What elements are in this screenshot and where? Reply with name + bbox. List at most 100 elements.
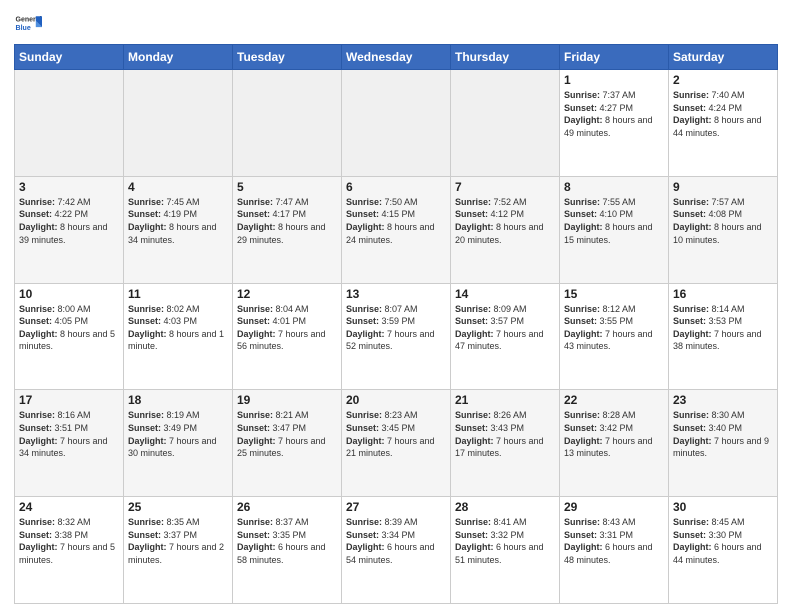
calendar-cell: 10Sunrise: 8:00 AMSunset: 4:05 PMDayligh… [15, 283, 124, 390]
calendar-table: SundayMondayTuesdayWednesdayThursdayFrid… [14, 44, 778, 604]
calendar-cell [124, 70, 233, 177]
day-number: 7 [455, 180, 555, 194]
weekday-header-saturday: Saturday [669, 45, 778, 70]
day-info: Sunrise: 8:39 AMSunset: 3:34 PMDaylight:… [346, 516, 446, 566]
day-info: Sunrise: 8:26 AMSunset: 3:43 PMDaylight:… [455, 409, 555, 459]
calendar-cell [451, 70, 560, 177]
day-number: 21 [455, 393, 555, 407]
day-info: Sunrise: 8:37 AMSunset: 3:35 PMDaylight:… [237, 516, 337, 566]
day-info: Sunrise: 7:57 AMSunset: 4:08 PMDaylight:… [673, 196, 773, 246]
day-number: 16 [673, 287, 773, 301]
calendar-cell: 4 Sunrise: 7:45 AMSunset: 4:19 PMDaylight… [124, 176, 233, 283]
day-info: Sunrise: 7:42 AMSunset: 4:22 PMDaylight:… [19, 196, 119, 246]
day-number: 29 [564, 500, 664, 514]
day-info: Sunrise: 8:35 AMSunset: 3:37 PMDaylight:… [128, 516, 228, 566]
day-number: 1 [564, 73, 664, 87]
calendar-cell [15, 70, 124, 177]
weekday-header-sunday: Sunday [15, 45, 124, 70]
day-number: 18 [128, 393, 228, 407]
day-info: Sunrise: 7:37 AMSunset: 4:27 PMDaylight:… [564, 89, 664, 139]
day-info: Sunrise: 8:12 AMSunset: 3:55 PMDaylight:… [564, 303, 664, 353]
day-info: Sunrise: 7:45 AMSunset: 4:19 PMDaylight:… [128, 196, 228, 246]
calendar-cell: 29 Sunrise: 8:43 AMSunset: 3:31 PMDayligh… [560, 497, 669, 604]
day-info: Sunrise: 8:28 AMSunset: 3:42 PMDaylight:… [564, 409, 664, 459]
day-number: 28 [455, 500, 555, 514]
calendar-cell: 25 Sunrise: 8:35 AMSunset: 3:37 PMDayligh… [124, 497, 233, 604]
calendar-cell: 8 Sunrise: 7:55 AMSunset: 4:10 PMDaylight… [560, 176, 669, 283]
calendar-cell: 20 Sunrise: 8:23 AMSunset: 3:45 PMDayligh… [342, 390, 451, 497]
calendar-cell: 2 Sunrise: 7:40 AMSunset: 4:24 PMDaylight… [669, 70, 778, 177]
day-number: 8 [564, 180, 664, 194]
day-number: 9 [673, 180, 773, 194]
day-info: Sunrise: 8:45 AMSunset: 3:30 PMDaylight:… [673, 516, 773, 566]
calendar-cell: 27 Sunrise: 8:39 AMSunset: 3:34 PMDayligh… [342, 497, 451, 604]
weekday-header-wednesday: Wednesday [342, 45, 451, 70]
calendar-cell: 15Sunrise: 8:12 AMSunset: 3:55 PMDayligh… [560, 283, 669, 390]
calendar-cell: 17 Sunrise: 8:16 AMSunset: 3:51 PMDayligh… [15, 390, 124, 497]
day-info: Sunrise: 7:55 AMSunset: 4:10 PMDaylight:… [564, 196, 664, 246]
day-info: Sunrise: 8:16 AMSunset: 3:51 PMDaylight:… [19, 409, 119, 459]
calendar-cell: 13 Sunrise: 8:07 AMSunset: 3:59 PMDayligh… [342, 283, 451, 390]
calendar-cell: 5Sunrise: 7:47 AMSunset: 4:17 PMDaylight… [233, 176, 342, 283]
day-info: Sunrise: 8:14 AMSunset: 3:53 PMDaylight:… [673, 303, 773, 353]
calendar-cell: 28Sunrise: 8:41 AMSunset: 3:32 PMDayligh… [451, 497, 560, 604]
day-info: Sunrise: 8:23 AMSunset: 3:45 PMDaylight:… [346, 409, 446, 459]
calendar-cell: 16 Sunrise: 8:14 AMSunset: 3:53 PMDayligh… [669, 283, 778, 390]
day-number: 14 [455, 287, 555, 301]
day-number: 26 [237, 500, 337, 514]
day-info: Sunrise: 8:07 AMSunset: 3:59 PMDaylight:… [346, 303, 446, 353]
day-info: Sunrise: 8:04 AMSunset: 4:01 PMDaylight:… [237, 303, 337, 353]
calendar-cell: 7 Sunrise: 7:52 AMSunset: 4:12 PMDaylight… [451, 176, 560, 283]
day-number: 3 [19, 180, 119, 194]
calendar-cell: 21 Sunrise: 8:26 AMSunset: 3:43 PMDayligh… [451, 390, 560, 497]
day-number: 2 [673, 73, 773, 87]
calendar-cell: 12 Sunrise: 8:04 AMSunset: 4:01 PMDayligh… [233, 283, 342, 390]
calendar-cell [233, 70, 342, 177]
calendar-cell: 6 Sunrise: 7:50 AMSunset: 4:15 PMDaylight… [342, 176, 451, 283]
day-number: 25 [128, 500, 228, 514]
calendar-cell: 24 Sunrise: 8:32 AMSunset: 3:38 PMDayligh… [15, 497, 124, 604]
day-info: Sunrise: 8:00 AMSunset: 4:05 PMDaylight:… [19, 303, 119, 353]
day-info: Sunrise: 8:43 AMSunset: 3:31 PMDaylight:… [564, 516, 664, 566]
day-number: 13 [346, 287, 446, 301]
day-number: 12 [237, 287, 337, 301]
day-number: 17 [19, 393, 119, 407]
day-number: 23 [673, 393, 773, 407]
day-info: Sunrise: 8:30 AMSunset: 3:40 PMDaylight:… [673, 409, 773, 459]
calendar-cell: 1 Sunrise: 7:37 AMSunset: 4:27 PMDaylight… [560, 70, 669, 177]
day-number: 27 [346, 500, 446, 514]
day-number: 6 [346, 180, 446, 194]
day-info: Sunrise: 7:50 AMSunset: 4:15 PMDaylight:… [346, 196, 446, 246]
calendar-cell: 9 Sunrise: 7:57 AMSunset: 4:08 PMDaylight… [669, 176, 778, 283]
day-info: Sunrise: 7:47 AMSunset: 4:17 PMDaylight:… [237, 196, 337, 246]
day-number: 4 [128, 180, 228, 194]
calendar-cell: 3 Sunrise: 7:42 AMSunset: 4:22 PMDaylight… [15, 176, 124, 283]
day-number: 20 [346, 393, 446, 407]
day-info: Sunrise: 7:52 AMSunset: 4:12 PMDaylight:… [455, 196, 555, 246]
day-info: Sunrise: 8:19 AMSunset: 3:49 PMDaylight:… [128, 409, 228, 459]
weekday-header-thursday: Thursday [451, 45, 560, 70]
weekday-header-tuesday: Tuesday [233, 45, 342, 70]
day-info: Sunrise: 8:09 AMSunset: 3:57 PMDaylight:… [455, 303, 555, 353]
day-number: 19 [237, 393, 337, 407]
calendar-cell: 23 Sunrise: 8:30 AMSunset: 3:40 PMDayligh… [669, 390, 778, 497]
day-info: Sunrise: 8:21 AMSunset: 3:47 PMDaylight:… [237, 409, 337, 459]
day-info: Sunrise: 7:40 AMSunset: 4:24 PMDaylight:… [673, 89, 773, 139]
svg-text:Blue: Blue [16, 25, 31, 32]
calendar-cell: 26 Sunrise: 8:37 AMSunset: 3:35 PMDayligh… [233, 497, 342, 604]
calendar-cell [342, 70, 451, 177]
day-number: 24 [19, 500, 119, 514]
logo: General Blue [14, 10, 42, 38]
day-number: 11 [128, 287, 228, 301]
calendar-cell: 14 Sunrise: 8:09 AMSunset: 3:57 PMDayligh… [451, 283, 560, 390]
calendar-cell: 30 Sunrise: 8:45 AMSunset: 3:30 PMDayligh… [669, 497, 778, 604]
calendar-cell: 11 Sunrise: 8:02 AMSunset: 4:03 PMDayligh… [124, 283, 233, 390]
weekday-header-friday: Friday [560, 45, 669, 70]
day-info: Sunrise: 8:32 AMSunset: 3:38 PMDaylight:… [19, 516, 119, 566]
calendar-cell: 22 Sunrise: 8:28 AMSunset: 3:42 PMDayligh… [560, 390, 669, 497]
day-info: Sunrise: 8:02 AMSunset: 4:03 PMDaylight:… [128, 303, 228, 353]
weekday-header-monday: Monday [124, 45, 233, 70]
day-number: 30 [673, 500, 773, 514]
calendar-cell: 19 Sunrise: 8:21 AMSunset: 3:47 PMDayligh… [233, 390, 342, 497]
day-number: 22 [564, 393, 664, 407]
